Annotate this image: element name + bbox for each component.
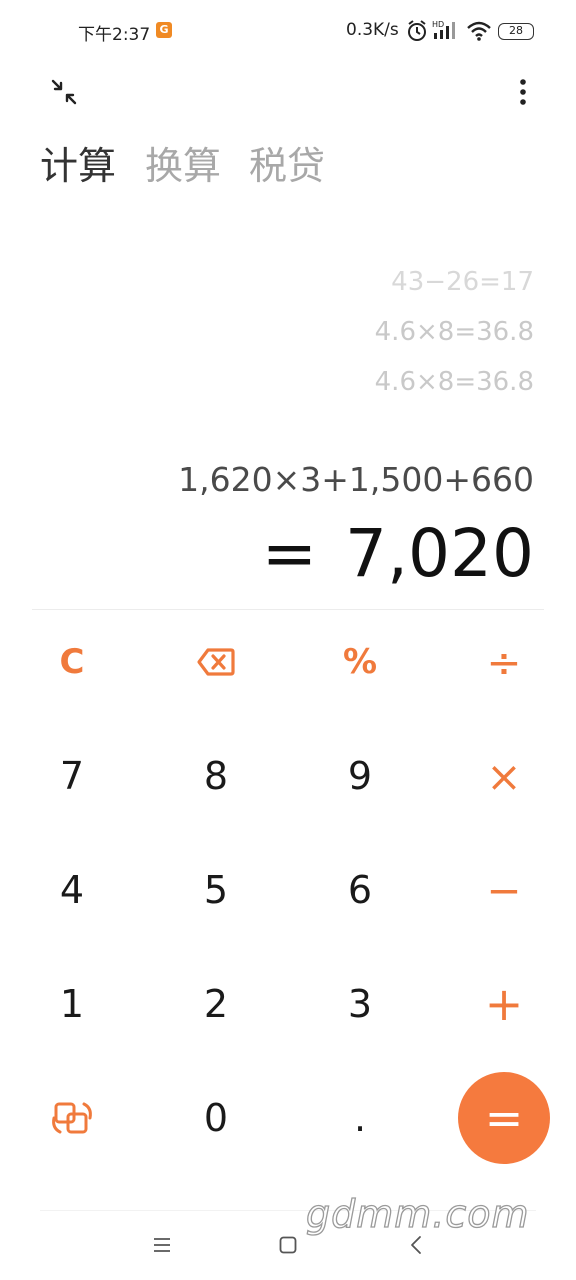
decimal-button[interactable]: . — [300, 1068, 420, 1168]
digit-label: 7 — [59, 754, 85, 798]
history-item[interactable]: 43−26=17 — [134, 262, 534, 312]
digit-7-button[interactable]: 7 — [12, 726, 132, 826]
history-list: 43−26=17 4.6×8=36.8 4.6×8=36.8 — [134, 262, 534, 412]
digit-label: 0 — [203, 1096, 229, 1140]
equals-button[interactable]: = — [458, 1072, 550, 1164]
nav-menu-button[interactable] — [142, 1230, 182, 1260]
digit-4-button[interactable]: 4 — [12, 840, 132, 940]
digit-9-button[interactable]: 9 — [300, 726, 420, 826]
history-item[interactable]: 4.6×8=36.8 — [134, 362, 534, 412]
digit-8-button[interactable]: 8 — [156, 726, 276, 826]
alarm-icon — [408, 20, 426, 41]
signal-icon: HD — [432, 20, 455, 39]
minus-button[interactable]: − — [444, 840, 564, 940]
result-equals-sign: = — [261, 515, 318, 592]
equals-label: = — [484, 1091, 524, 1145]
wifi-icon — [467, 21, 491, 41]
digit-6-button[interactable]: 6 — [300, 840, 420, 940]
percent-button[interactable]: % — [300, 612, 420, 712]
digit-3-button[interactable]: 3 — [300, 954, 420, 1054]
tab-convert[interactable]: 换算 — [145, 140, 221, 192]
result-display: = 7,020 — [34, 515, 534, 592]
menu-icon — [154, 1238, 170, 1252]
home-icon — [279, 1236, 297, 1254]
back-icon — [411, 1236, 421, 1254]
digit-5-button[interactable]: 5 — [156, 840, 276, 940]
digit-0-button[interactable]: 0 — [156, 1068, 276, 1168]
clear-label: C — [59, 642, 85, 682]
history-item[interactable]: 4.6×8=36.8 — [134, 312, 534, 362]
status-bar: 下午2:37 G 0.3K/s HD 28 — [0, 0, 576, 64]
digit-label: 9 — [347, 754, 373, 798]
digit-label: 8 — [203, 754, 229, 798]
digit-1-button[interactable]: 1 — [12, 954, 132, 1054]
expression-display: 1,620×3+1,500+660 — [178, 460, 534, 499]
tab-tax-loan[interactable]: 税贷 — [249, 140, 325, 192]
svg-text:HD: HD — [432, 20, 444, 29]
nav-home-button[interactable] — [268, 1230, 308, 1260]
net-speed: 0.3K/s — [346, 20, 399, 40]
watermark: gdmm.com — [305, 1191, 530, 1236]
minus-label: − — [486, 865, 522, 915]
switch-mode-button[interactable] — [12, 1068, 132, 1168]
multiply-label: × — [486, 751, 522, 801]
collapse-button[interactable] — [46, 74, 82, 110]
more-vertical-icon — [520, 79, 526, 105]
divide-button[interactable]: ÷ — [444, 612, 564, 712]
decimal-label: . — [353, 1096, 367, 1140]
tab-calculate[interactable]: 计算 — [40, 140, 116, 192]
more-options-button[interactable] — [508, 74, 538, 110]
digit-label: 6 — [347, 868, 373, 912]
plus-label: + — [484, 977, 524, 1031]
digit-2-button[interactable]: 2 — [156, 954, 276, 1054]
plus-button[interactable]: + — [444, 954, 564, 1054]
clear-button[interactable]: C — [12, 612, 132, 712]
digit-label: 1 — [59, 982, 85, 1026]
result-value: 7,020 — [345, 515, 534, 592]
digit-label: 5 — [203, 868, 229, 912]
digit-label: 4 — [59, 868, 85, 912]
backspace-icon — [197, 648, 235, 676]
digit-label: 3 — [347, 982, 373, 1026]
multiply-button[interactable]: × — [444, 726, 564, 826]
percent-label: % — [342, 642, 378, 682]
status-time: 下午2:37 — [78, 25, 151, 45]
app-notification-icon: G — [156, 22, 172, 38]
digit-label: 2 — [203, 982, 229, 1026]
divide-label: ÷ — [486, 637, 522, 687]
switch-mode-icon — [52, 1102, 92, 1134]
backspace-button[interactable] — [156, 612, 276, 712]
display-divider — [32, 609, 544, 610]
battery-indicator: 28 — [498, 23, 534, 40]
collapse-arrows-icon — [51, 79, 77, 105]
